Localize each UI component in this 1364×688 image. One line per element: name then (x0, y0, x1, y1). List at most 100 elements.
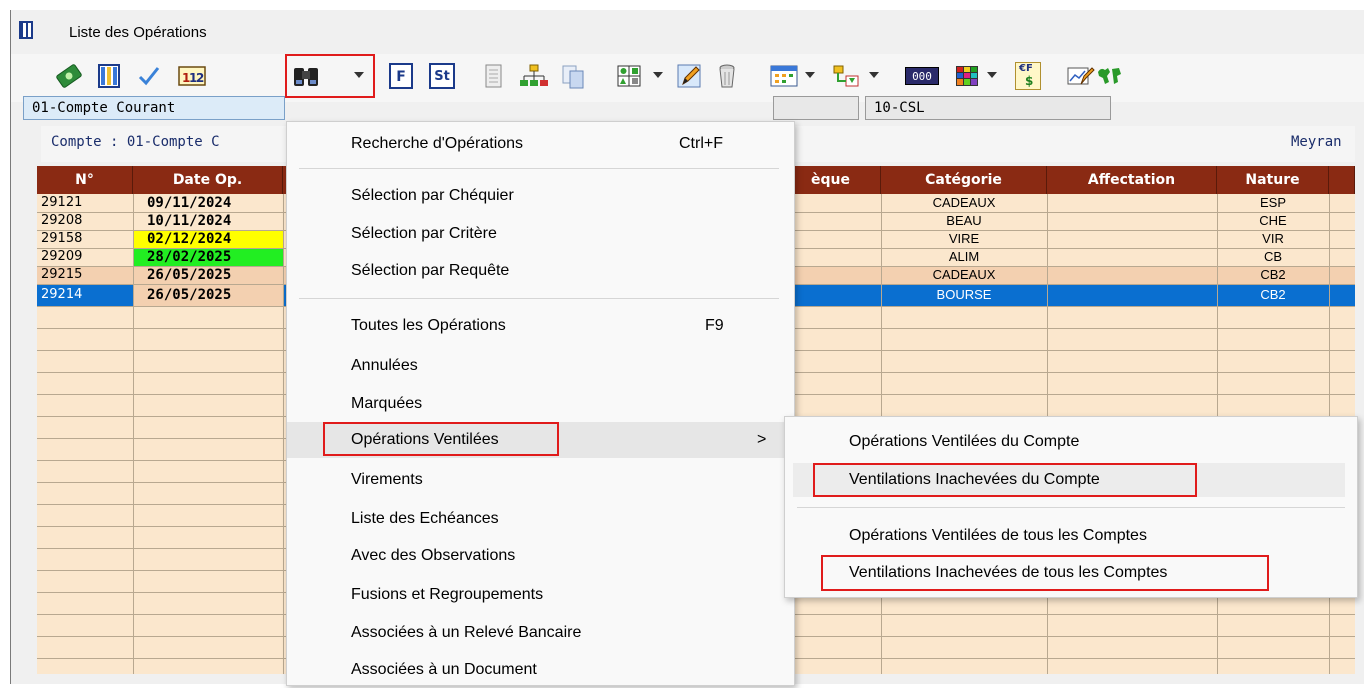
app-icon (19, 21, 33, 39)
columns-icon[interactable] (95, 62, 123, 90)
cell-date: 09/11/2024 (147, 195, 232, 211)
menu-item-label: Sélection par Requête (351, 262, 510, 279)
filter-icon[interactable] (831, 62, 859, 90)
menu-item-label: Fusions et Regroupements (351, 586, 544, 603)
menu-item-label: Recherche d'Opérations (351, 135, 524, 152)
money-icon[interactable] (55, 62, 83, 90)
cell-nature: CHE (1259, 213, 1287, 228)
header-nature[interactable]: Nature (1217, 166, 1329, 194)
binoculars-icon[interactable] (291, 62, 319, 90)
menu-item-label: Associées à un Document (351, 661, 537, 678)
chevron-down-icon[interactable] (869, 72, 879, 78)
menu-item-requete[interactable]: Sélection par Requête (287, 253, 794, 289)
world-icon[interactable] (1095, 62, 1123, 90)
header-categorie[interactable]: Catégorie (881, 166, 1047, 194)
header-date[interactable]: Date Op. (133, 166, 283, 194)
hierarchy-icon[interactable] (519, 62, 548, 90)
submenu-item-ventilees-compte[interactable]: Opérations Ventilées du Compte (785, 425, 1357, 459)
toolbar: 112 F St 000 €F $ (11, 54, 1364, 102)
numbers-icon[interactable]: 112 (177, 62, 206, 90)
menu-item-recherche[interactable]: Recherche d'Opérations Ctrl+F (287, 126, 794, 162)
cell-date: 10/11/2024 (147, 213, 232, 229)
account-field[interactable]: 01-Compte Courant (23, 96, 285, 120)
menu-item-document[interactable]: Associées à un Document (287, 652, 794, 688)
menu-item-critere[interactable]: Sélection par Critère (287, 216, 794, 252)
menu-item-observations[interactable]: Avec des Observations (287, 538, 794, 574)
cell-date: 26/05/2025 (147, 267, 232, 283)
menu-item-virements[interactable]: Virements (287, 462, 794, 498)
cell-date: 02/12/2024 (147, 231, 232, 247)
highlight-inachevees-tous (821, 555, 1269, 591)
cell-num: 29209 (41, 249, 83, 264)
header-num[interactable]: N° (37, 166, 133, 194)
submenu-arrow-icon: > (757, 431, 767, 448)
cell-num: 29158 (41, 231, 83, 246)
menu-item-toutes[interactable]: Toutes les Opérations F9 (287, 308, 794, 344)
submenu-item-ventilees-tous[interactable]: Opérations Ventilées de tous les Comptes (785, 519, 1357, 553)
currency-icon[interactable]: €F $ (1015, 62, 1041, 90)
menu-item-label: Associées à un Relevé Bancaire (351, 624, 582, 641)
chart-edit-icon[interactable] (1065, 62, 1095, 90)
svg-text:2: 2 (196, 71, 204, 85)
check-icon[interactable] (135, 62, 163, 90)
menu-item-label: Virements (351, 471, 423, 488)
color-grid-icon[interactable] (953, 62, 981, 90)
document-icon[interactable] (479, 62, 507, 90)
cell-categorie: VIRE (948, 231, 980, 246)
menu-item-label: Annulées (351, 357, 418, 374)
search-dropdown-menu: Recherche d'Opérations Ctrl+F Sélection … (286, 121, 795, 686)
cell-nature: CB2 (1260, 287, 1286, 302)
header-affectation[interactable]: Affectation (1047, 166, 1217, 194)
cell-num: 29208 (41, 213, 83, 228)
menu-item-label: Marquées (351, 395, 423, 412)
field-middle[interactable] (773, 96, 859, 120)
cell-num: 29214 (41, 287, 83, 302)
window-title: Liste des Opérations (69, 24, 207, 41)
header-extra[interactable] (1329, 166, 1355, 194)
cell-nature: CB2 (1260, 267, 1286, 282)
f-icon[interactable]: F (389, 63, 413, 89)
menu-item-chequier[interactable]: Sélection par Chéquier (287, 178, 794, 214)
cell-date: 26/05/2025 (147, 287, 232, 303)
st-icon[interactable]: St (429, 63, 455, 89)
cell-categorie: BOURSE (936, 287, 992, 302)
counter-icon[interactable]: 000 (905, 67, 939, 85)
cell-num: 29121 (41, 195, 83, 210)
copy-icon[interactable] (559, 62, 587, 90)
menu-item-label: Opérations Ventilées de tous les Comptes (849, 527, 1147, 544)
cell-nature: VIR (1262, 231, 1284, 246)
account-label: Compte : 01-Compte C (51, 134, 220, 150)
menu-item-fusions[interactable]: Fusions et Regroupements (287, 577, 794, 613)
owner-label: Meyran (1291, 134, 1342, 150)
chevron-down-icon[interactable] (805, 72, 815, 78)
title-bar: Liste des Opérations (11, 10, 1364, 54)
trash-icon[interactable] (713, 62, 741, 90)
grid-shapes-icon[interactable] (615, 62, 643, 90)
menu-item-label: Liste des Echéances (351, 510, 499, 527)
chevron-down-icon[interactable] (354, 72, 364, 78)
currency-bottom-label: $ (1025, 74, 1034, 88)
currency-top-label: €F (1019, 63, 1033, 74)
menu-item-label: Sélection par Chéquier (351, 187, 514, 204)
menu-item-shortcut: Ctrl+F (679, 135, 723, 152)
menu-item-label: Toutes les Opérations (351, 317, 506, 334)
calendar-icon[interactable] (769, 62, 798, 90)
menu-item-label: Avec des Observations (351, 547, 516, 564)
menu-item-echeances[interactable]: Liste des Echéances (287, 501, 794, 537)
menu-item-label: Opérations Ventilées du Compte (849, 433, 1080, 450)
cell-date: 28/02/2025 (147, 249, 232, 265)
chevron-down-icon[interactable] (653, 72, 663, 78)
menu-item-annulees[interactable]: Annulées (287, 348, 794, 384)
chevron-down-icon[interactable] (987, 72, 997, 78)
cell-categorie: CADEAUX (932, 195, 996, 210)
menu-item-label: Sélection par Critère (351, 225, 497, 242)
menu-item-shortcut: F9 (705, 317, 724, 334)
field-csl[interactable]: 10-CSL (865, 96, 1111, 120)
cell-nature: CB (1263, 249, 1283, 264)
menu-item-marquees[interactable]: Marquées (287, 386, 794, 422)
edit-pen-icon[interactable] (675, 62, 703, 90)
cell-categorie: BEAU (946, 213, 982, 228)
ventilees-submenu: Opérations Ventilées du Compte Ventilati… (784, 416, 1358, 598)
highlight-inachevees-compte (813, 463, 1197, 497)
menu-item-releve[interactable]: Associées à un Relevé Bancaire (287, 615, 794, 651)
